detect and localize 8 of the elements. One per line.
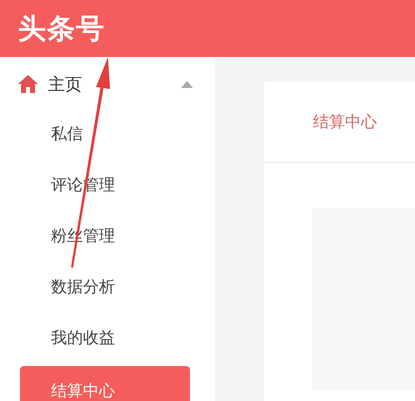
sidebar-item[interactable]: 私信 [20,109,190,160]
tab[interactable]: 结算中心 [313,112,377,132]
menu-group-label[interactable]: 主页 [48,72,181,96]
home-icon [18,75,38,93]
caret-icon[interactable] [181,80,193,88]
sidebar-item[interactable]: 数据分析 [20,262,190,313]
logo: 头条号 [18,10,105,46]
sidebar-item[interactable]: 我的收益 [20,313,190,364]
